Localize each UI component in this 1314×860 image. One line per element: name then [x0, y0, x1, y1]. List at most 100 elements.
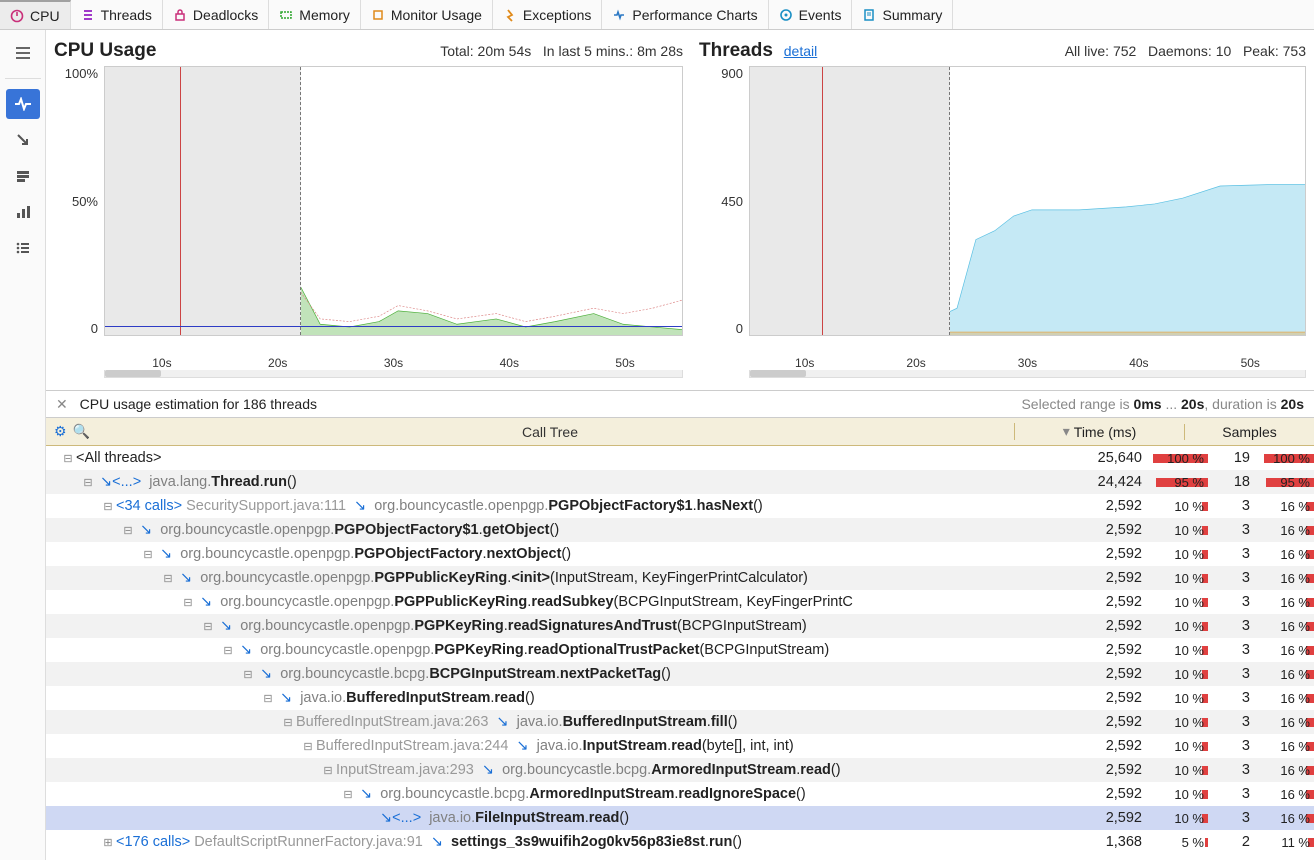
expand-icon[interactable]: ⊟: [342, 788, 354, 801]
expand-icon[interactable]: ⊟: [102, 500, 114, 513]
tree-row[interactable]: ⊟InputStream.java:293 ↘ org.bouncycastle…: [46, 758, 1314, 782]
sidebar-bars-button[interactable]: [6, 197, 40, 227]
tree-header: ⚙ 🔍 Call Tree ▾Time (ms) Samples: [46, 418, 1314, 446]
col-time[interactable]: ▾Time (ms): [1014, 423, 1184, 440]
time-value: 2,592: [1074, 666, 1146, 682]
sidebar-list-button[interactable]: [6, 233, 40, 263]
time-pct: 10 %: [1146, 571, 1208, 586]
tab-label: Performance Charts: [632, 7, 757, 23]
sidebar-stack-button[interactable]: [6, 161, 40, 191]
tree-row[interactable]: ⊟↘ org.bouncycastle.openpgp.PGPObjectFac…: [46, 542, 1314, 566]
expand-icon[interactable]: ⊟: [262, 692, 274, 705]
threads-detail-link[interactable]: detail: [784, 43, 817, 59]
call-label: ↘ java.io.BufferedInputStream.read(): [276, 690, 1074, 706]
estimation-bar: ✕ CPU usage estimation for 186 threads S…: [46, 390, 1314, 418]
time-value: 2,592: [1074, 522, 1146, 538]
expand-icon[interactable]: ⊟: [62, 452, 74, 465]
col-calltree[interactable]: Call Tree: [86, 424, 1014, 440]
time-value: 2,592: [1074, 690, 1146, 706]
tree-row[interactable]: ⊟↘<...> java.lang.Thread.run()24,42495 %…: [46, 470, 1314, 494]
call-label: ↘<...> java.lang.Thread.run(): [96, 474, 1074, 490]
time-value: 2,592: [1074, 810, 1146, 826]
call-label: ↘ org.bouncycastle.openpgp.PGPObjectFact…: [156, 546, 1074, 562]
expand-icon[interactable]: ⊟: [282, 716, 294, 729]
tree-row[interactable]: ⊟↘ org.bouncycastle.openpgp.PGPPublicKey…: [46, 590, 1314, 614]
samples-pct: 16 %: [1254, 691, 1314, 706]
close-icon[interactable]: ✕: [56, 396, 68, 412]
tree-row[interactable]: ⊟↘ org.bouncycastle.openpgp.PGPObjectFac…: [46, 518, 1314, 542]
call-label: ↘ org.bouncycastle.openpgp.PGPPublicKeyR…: [196, 594, 1074, 610]
estimation-text: CPU usage estimation for 186 threads: [80, 396, 317, 412]
tab-events[interactable]: Events: [769, 0, 853, 29]
expand-icon[interactable]: ⊟: [162, 572, 174, 585]
tab-memory[interactable]: Memory: [269, 0, 361, 29]
tree-row[interactable]: ⊟↘ org.bouncycastle.bcpg.ArmoredInputStr…: [46, 782, 1314, 806]
sidebar-pulse-button[interactable]: [6, 89, 40, 119]
tree-row[interactable]: ⊞<176 calls> DefaultScriptRunnerFactory.…: [46, 830, 1314, 854]
summary-icon: [862, 8, 876, 22]
threads-scrollbar[interactable]: [749, 370, 1306, 378]
expand-icon[interactable]: ⊟: [242, 668, 254, 681]
samples-pct: 16 %: [1254, 667, 1314, 682]
call-label: <176 calls> DefaultScriptRunnerFactory.j…: [116, 834, 1074, 850]
expand-icon[interactable]: ⊞: [102, 836, 114, 849]
samples-value: 3: [1208, 594, 1254, 610]
tab-monitor-usage[interactable]: Monitor Usage: [361, 0, 493, 29]
gear-icon[interactable]: ⚙: [54, 423, 67, 440]
expand-icon[interactable]: ⊟: [122, 524, 134, 537]
call-label: ↘ org.bouncycastle.bcpg.BCPGInputStream.…: [256, 666, 1074, 682]
time-pct: 10 %: [1146, 691, 1208, 706]
expand-icon[interactable]: ⊟: [82, 476, 94, 489]
tree-row[interactable]: ⊟<34 calls> SecuritySupport.java:111 ↘ o…: [46, 494, 1314, 518]
time-pct: 5 %: [1146, 835, 1208, 850]
samples-value: 3: [1208, 690, 1254, 706]
tab-summary[interactable]: Summary: [852, 0, 953, 29]
bars-icon: [15, 205, 31, 219]
col-samples[interactable]: Samples: [1184, 424, 1314, 440]
top-tabbar: CPU ThreadsDeadlocksMemoryMonitor UsageEx…: [0, 0, 1314, 30]
tab-label: CPU: [30, 8, 60, 24]
samples-value: 2: [1208, 834, 1254, 850]
expand-icon[interactable]: ⊟: [322, 764, 334, 777]
time-value: 2,592: [1074, 714, 1146, 730]
tab-exceptions[interactable]: Exceptions: [493, 0, 602, 29]
cpu-scrollbar[interactable]: [104, 370, 683, 378]
samples-pct: 16 %: [1254, 811, 1314, 826]
call-tree[interactable]: ⊟<All threads>25,640100 %19100 %⊟↘<...> …: [46, 446, 1314, 860]
cpu-plot[interactable]: [104, 66, 683, 336]
tab-performance-charts[interactable]: Performance Charts: [602, 0, 768, 29]
tree-row[interactable]: ⊟↘ org.bouncycastle.bcpg.BCPGInputStream…: [46, 662, 1314, 686]
time-value: 2,592: [1074, 762, 1146, 778]
threads-chart-panel: Threads detail All live: 752 Daemons: 10…: [691, 30, 1314, 390]
samples-value: 3: [1208, 762, 1254, 778]
time-pct: 10 %: [1146, 619, 1208, 634]
tree-row[interactable]: ⊟↘ org.bouncycastle.openpgp.PGPKeyRing.r…: [46, 638, 1314, 662]
tree-row[interactable]: ↘<...> java.io.FileInputStream.read()2,5…: [46, 806, 1314, 830]
expand-icon[interactable]: ⊟: [302, 740, 314, 753]
tree-row[interactable]: ⊟↘ org.bouncycastle.openpgp.PGPPublicKey…: [46, 566, 1314, 590]
pulse-icon: [14, 97, 32, 111]
samples-pct: 11 %: [1254, 835, 1314, 850]
tree-row[interactable]: ⊟↘ java.io.BufferedInputStream.read()2,5…: [46, 686, 1314, 710]
tree-row[interactable]: ⊟<All threads>25,640100 %19100 %: [46, 446, 1314, 470]
sidebar-arrow-button[interactable]: [6, 125, 40, 155]
time-value: 2,592: [1074, 594, 1146, 610]
tree-row[interactable]: ⊟BufferedInputStream.java:244 ↘ java.io.…: [46, 734, 1314, 758]
tree-row[interactable]: ⊟↘ org.bouncycastle.openpgp.PGPKeyRing.r…: [46, 614, 1314, 638]
call-label: ↘ org.bouncycastle.openpgp.PGPPublicKeyR…: [176, 570, 1074, 586]
time-pct: 10 %: [1146, 523, 1208, 538]
hamburger-icon: [14, 46, 32, 60]
tree-row[interactable]: ⊟BufferedInputStream.java:263 ↘ java.io.…: [46, 710, 1314, 734]
tab-threads[interactable]: Threads: [71, 0, 163, 29]
tab-cpu[interactable]: CPU: [0, 0, 71, 29]
expand-icon[interactable]: ⊟: [202, 620, 214, 633]
threads-plot[interactable]: [749, 66, 1306, 336]
expand-icon[interactable]: ⊟: [142, 548, 154, 561]
sidebar-hamburger-button[interactable]: [6, 38, 40, 68]
time-pct: 10 %: [1146, 643, 1208, 658]
expand-icon[interactable]: ⊟: [222, 644, 234, 657]
samples-pct: 16 %: [1254, 739, 1314, 754]
call-label: <All threads>: [76, 450, 1074, 466]
expand-icon[interactable]: ⊟: [182, 596, 194, 609]
tab-deadlocks[interactable]: Deadlocks: [163, 0, 269, 29]
